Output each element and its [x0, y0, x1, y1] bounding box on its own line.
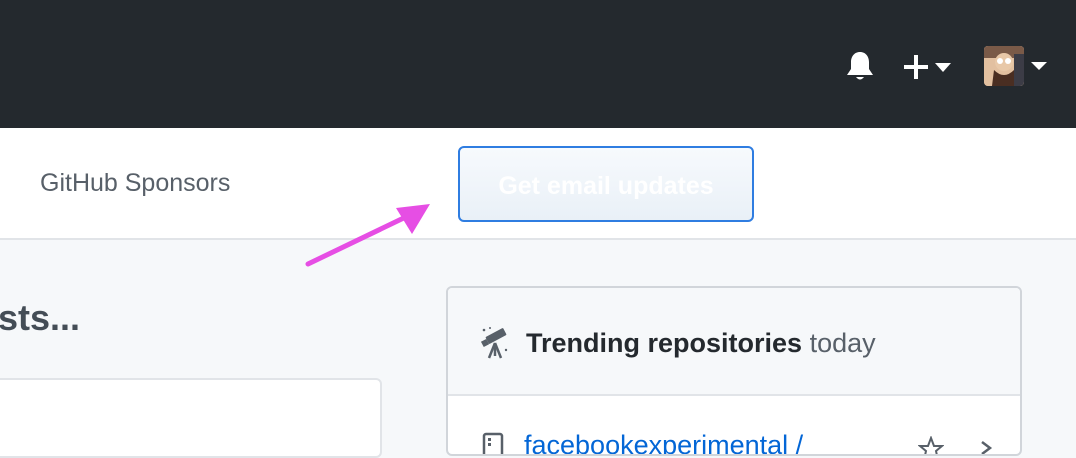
avatar — [984, 46, 1024, 86]
chevron-right-icon[interactable] — [978, 438, 994, 454]
telescope-icon — [480, 326, 510, 360]
caret-down-icon — [935, 63, 951, 72]
global-header — [0, 0, 1076, 128]
trending-title: Trending repositories today — [526, 326, 876, 360]
notifications-bell-icon[interactable] — [843, 50, 877, 82]
user-menu-button[interactable] — [984, 46, 1048, 86]
star-icon[interactable] — [917, 435, 945, 454]
get-email-updates-button[interactable]: Get email updates — [458, 146, 754, 222]
list-item: facebookexperimental / — [448, 398, 1020, 454]
section-heading: sts... — [0, 297, 81, 338]
activity-card — [0, 378, 382, 458]
create-new-button[interactable] — [903, 54, 953, 80]
caret-down-icon — [1031, 62, 1047, 70]
github-sponsors-link[interactable]: GitHub Sponsors — [40, 168, 230, 198]
repo-icon — [482, 432, 504, 454]
annotation-arrow-icon — [300, 196, 440, 272]
trending-repositories-panel: Trending repositories today facebookexpe… — [446, 286, 1022, 456]
trending-title-strong: Trending repositories — [526, 328, 803, 358]
repo-link[interactable]: facebookexperimental / — [524, 430, 803, 454]
trending-header: Trending repositories today — [448, 288, 1020, 396]
trending-period: today — [809, 328, 876, 358]
